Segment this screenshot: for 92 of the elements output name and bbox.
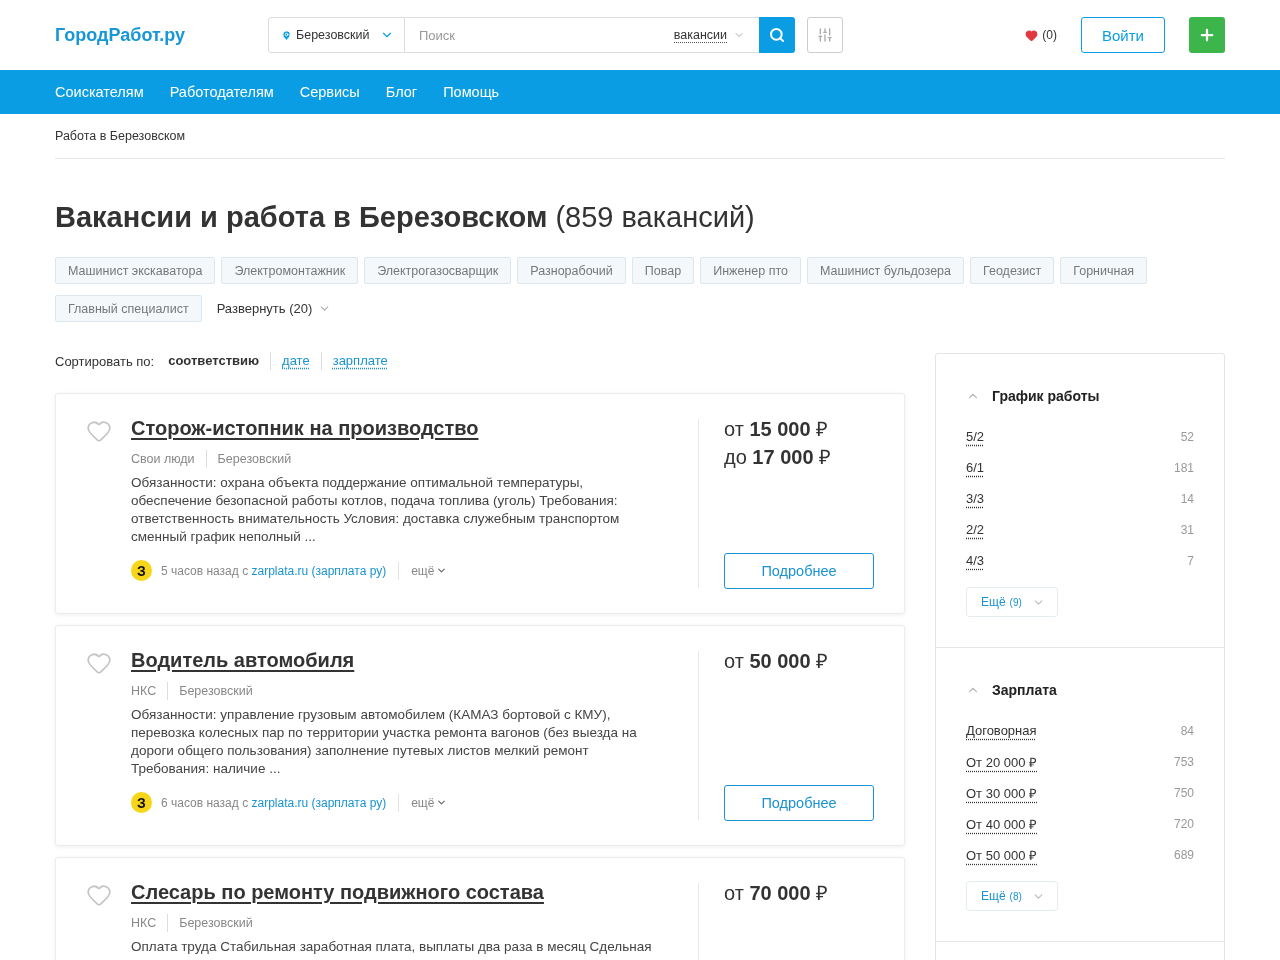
profession-tag[interactable]: Повар [631, 257, 695, 284]
source-badge: З [131, 560, 152, 581]
salary-text: от 15 000 ₽ [724, 417, 830, 442]
nav-link[interactable]: Работодателям [156, 84, 287, 100]
login-button[interactable]: Войти [1081, 17, 1165, 53]
map-pin-icon [281, 29, 292, 41]
city-name: Березовский [167, 914, 253, 932]
location-dropdown[interactable]: Березовский [268, 17, 405, 53]
profession-tag[interactable]: Инженер пто [700, 257, 801, 284]
filter-option-link[interactable]: От 30 000 ₽ [966, 783, 1038, 802]
company-name: НКС [131, 683, 157, 700]
filter-count: 7 [1187, 553, 1194, 568]
profession-tag[interactable]: Машинист экскаватора [55, 257, 216, 284]
profession-tag[interactable]: Электрогазосварщик [364, 257, 512, 284]
sort-label: Сортировать по: [55, 353, 155, 369]
posted-text: 5 часов назад с zarplata.ru (зарплата ру) [161, 563, 387, 578]
filter-option-link[interactable]: 5/2 [966, 429, 985, 444]
profession-tag[interactable]: Машинист бульдозера [806, 257, 965, 284]
nav-link[interactable]: Блог [372, 84, 431, 100]
search-type-dropdown[interactable]: вакансии [665, 17, 759, 53]
vacancy-description: Обязанности: управление грузовым автомобилем (КАМАЗ бортовой с КМУ), перевозка колесных пар по территории участка ремонта вагонов (без выезда на дороги общего пользования) заполнение путевых листов мелкий ремонт Требования: наличие ... [131, 706, 638, 778]
filter-option-link[interactable]: 2/2 [966, 522, 985, 537]
filter-option-link[interactable]: 4/3 [966, 553, 985, 568]
nav-link[interactable]: Помощь [430, 84, 513, 100]
favorite-heart-icon[interactable] [86, 418, 112, 444]
expand-tags-button[interactable]: Развернуть (20) [216, 301, 332, 316]
filter-option-link[interactable]: От 20 000 ₽ [966, 752, 1038, 771]
company-name: НКС [131, 915, 157, 932]
salary-text: до 17 000 ₽ [724, 445, 833, 470]
filter-count: 750 [1173, 785, 1194, 800]
site-logo[interactable]: ГородРабот.ру [55, 24, 268, 46]
vacancy-description: Оплата труда Стабильная заработная плата, выплаты два раза в месяц Сдельная [131, 938, 653, 956]
filter-option-link[interactable]: От 40 000 ₽ [966, 814, 1038, 833]
salary-text: от 70 000 ₽ [724, 881, 830, 906]
filter-button[interactable] [807, 17, 843, 53]
filter-option-link[interactable]: Договорная [966, 723, 1037, 738]
plus-icon [1198, 26, 1216, 44]
chevron-down-icon [436, 565, 448, 576]
search-field[interactable]: Поиск [405, 17, 665, 53]
salary-text: от 50 000 ₽ [724, 649, 830, 674]
favorites-link[interactable]: (0) [1025, 28, 1057, 42]
source-link[interactable]: zarplata.ru (зарплата ру) [251, 795, 387, 810]
source-badge: З [131, 792, 152, 813]
filter-count: 720 [1173, 816, 1194, 831]
breadcrumb[interactable]: Работа в Березовском [55, 129, 186, 143]
heart-icon [1025, 28, 1039, 42]
show-more-button[interactable]: Ещё (8) [966, 881, 1058, 911]
chevron-down-icon [436, 797, 448, 808]
sort-option[interactable]: соответствию [168, 353, 271, 369]
vacancy-description: Обязанности: охрана объекта поддержание оптимальной температуры, обеспечение безопасной работы котлов, подача топлива (уголь) Требования: ответственность внимательность Условия: доставка служебным транспортом сменный график неполный ... [131, 474, 621, 546]
profession-tag[interactable]: Главный специалист [55, 295, 202, 322]
favorite-heart-icon[interactable] [86, 650, 112, 676]
nav-link[interactable]: Сервисы [286, 84, 373, 100]
favorites-count: (0) [1042, 28, 1057, 42]
nav-link[interactable]: Соискателям [42, 84, 157, 100]
filter-count: 84 [1180, 723, 1194, 738]
city-name: Березовский [205, 450, 292, 468]
filter-section-toggle[interactable]: График работы [966, 384, 1100, 408]
vacancy-title[interactable]: Водитель автомобиля [131, 649, 355, 671]
filter-count: 31 [1180, 522, 1194, 537]
show-more-button[interactable]: Ещё (9) [966, 587, 1058, 617]
search-button[interactable] [759, 17, 795, 53]
favorite-heart-icon[interactable] [86, 882, 112, 908]
profession-tag[interactable]: Геодезист [970, 257, 1055, 284]
filter-count: 753 [1173, 754, 1194, 769]
filter-option-link[interactable]: 6/1 [966, 460, 985, 475]
details-button[interactable]: Подробнее [724, 553, 874, 589]
filter-section-toggle[interactable]: Зарплата [966, 678, 1057, 702]
search-icon [769, 27, 785, 43]
vacancy-title[interactable]: Сторож-истопник на производство [131, 417, 479, 439]
filter-option-link[interactable]: 3/3 [966, 491, 985, 506]
profession-tag[interactable]: Горничная [1060, 257, 1148, 284]
more-button[interactable]: ещё [411, 563, 448, 578]
more-button[interactable]: ещё [411, 795, 448, 810]
sort-option[interactable]: зарплате [321, 353, 399, 369]
filter-option-link[interactable]: От 50 000 ₽ [966, 845, 1038, 864]
sliders-icon [817, 27, 833, 43]
profession-tag[interactable]: Разнорабочий [517, 257, 626, 284]
details-button[interactable]: Подробнее [724, 785, 874, 821]
vacancy-title[interactable]: Слесарь по ремонту подвижного состава [131, 881, 544, 903]
filter-count: 689 [1173, 847, 1194, 862]
posted-text: 6 часов назад с zarplata.ru (зарплата ру) [161, 795, 387, 810]
filter-count: 52 [1180, 429, 1194, 444]
filter-count: 181 [1173, 460, 1194, 475]
sort-option[interactable]: дате [271, 353, 321, 369]
city-name: Березовский [167, 682, 253, 700]
company-name: Свои люди [131, 451, 195, 468]
filter-count: 14 [1180, 491, 1194, 506]
profession-tag[interactable]: Электромонтажник [221, 257, 359, 284]
source-link[interactable]: zarplata.ru (зарплата ру) [251, 563, 387, 578]
add-button[interactable] [1189, 17, 1225, 53]
page-heading: Вакансии и работа в Березовском (859 вакансий) [55, 200, 756, 235]
